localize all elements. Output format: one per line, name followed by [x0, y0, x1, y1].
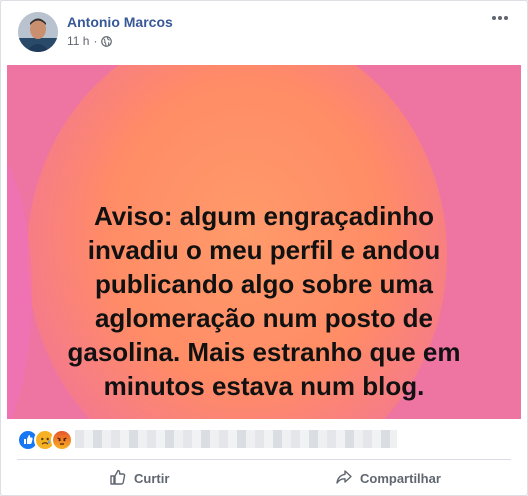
- post-text: Aviso: algum engraçadinho invadiu o meu …: [67, 201, 461, 401]
- share-icon: [335, 468, 353, 489]
- post-meta: 11 h ·: [67, 34, 113, 48]
- more-options-icon[interactable]: [489, 11, 511, 25]
- share-button[interactable]: Compartilhar: [335, 461, 441, 495]
- like-label: Curtir: [134, 470, 170, 486]
- divider: [17, 459, 511, 460]
- post-header: Antonio Marcos 11 h ·: [1, 1, 527, 65]
- post-actions: Curtir Compartilhar: [1, 461, 527, 495]
- globe-icon[interactable]: [101, 35, 113, 47]
- post-time[interactable]: 11 h: [67, 34, 89, 48]
- share-label: Compartilhar: [360, 470, 441, 486]
- post-card: Antonio Marcos 11 h · Aviso: algum engra…: [0, 0, 528, 496]
- author-name[interactable]: Antonio Marcos: [67, 14, 173, 30]
- post-banner: Aviso: algum engraçadinho invadiu o meu …: [7, 65, 521, 419]
- reaction-icons[interactable]: [17, 429, 73, 451]
- thumbs-up-icon: [109, 468, 127, 489]
- avatar[interactable]: [18, 12, 58, 52]
- meta-separator: ·: [93, 34, 98, 48]
- like-button[interactable]: Curtir: [109, 461, 169, 495]
- angry-icon[interactable]: [51, 429, 73, 451]
- reactors-names-blurred: [75, 430, 397, 448]
